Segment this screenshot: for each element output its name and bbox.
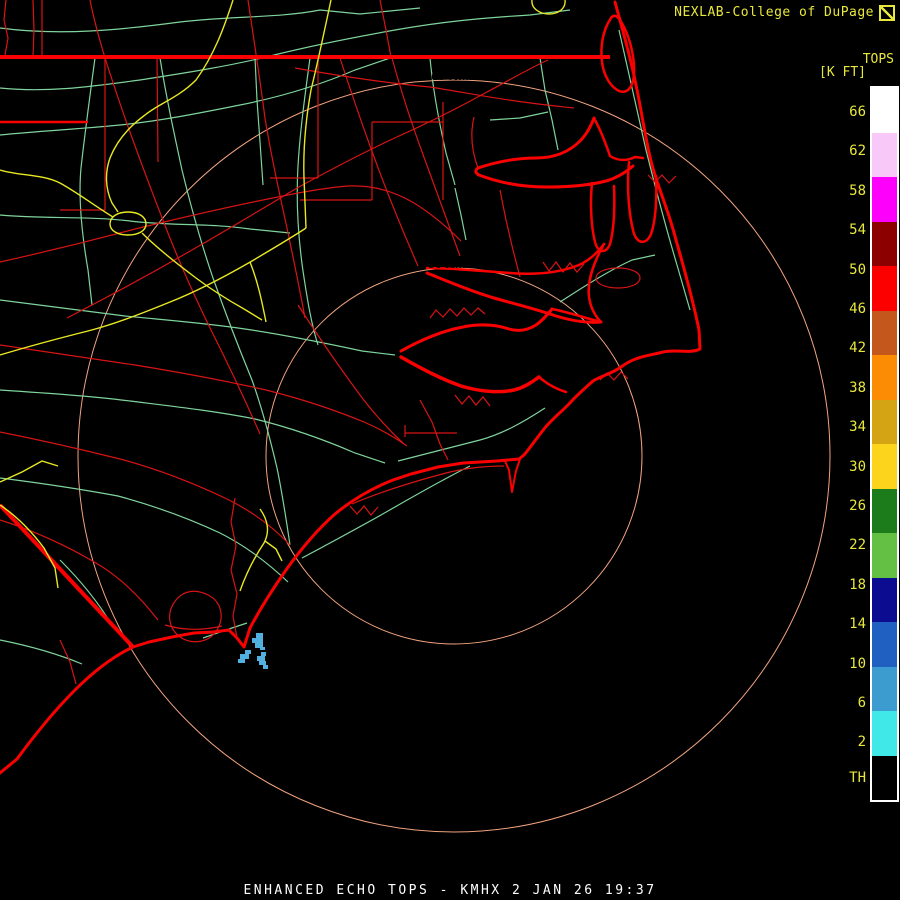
scale-tick-label: 46 — [836, 300, 866, 318]
scale-tick-label: 42 — [836, 339, 866, 357]
echo-pixel — [238, 659, 245, 663]
radar-map — [0, 0, 900, 900]
scale-segment — [872, 711, 897, 756]
scale-tick-label: 22 — [836, 536, 866, 554]
echo-pixel — [260, 647, 265, 650]
scale-tick-label: 10 — [836, 655, 866, 673]
scale-segment — [872, 177, 897, 222]
scale-segment — [872, 400, 897, 445]
scale-tick-label: 6 — [836, 694, 866, 712]
scale-tick-label: 2 — [836, 733, 866, 751]
scale-tick-label: 34 — [836, 418, 866, 436]
scale-tick-label: 58 — [836, 182, 866, 200]
units-label: [K FT] — [819, 65, 866, 80]
ring-label-100nmi: 100 NMI — [424, 68, 473, 83]
echo-blobs — [238, 633, 268, 669]
roads-red — [0, 0, 676, 684]
echo-pixel — [245, 650, 251, 654]
echo-pixel — [252, 638, 263, 643]
cod-logo-icon — [879, 5, 895, 21]
range-rings — [78, 80, 830, 832]
scale-segment — [872, 133, 897, 178]
scale-tick-label: 38 — [836, 379, 866, 397]
brand-title: NEXLAB-College of DuPage — [674, 5, 874, 20]
scale-tick-label: 66 — [836, 103, 866, 121]
scale-tick-label: 26 — [836, 497, 866, 515]
scale-tick-label: 14 — [836, 615, 866, 633]
scale-segment — [872, 88, 897, 133]
scale-tick-label: 30 — [836, 458, 866, 476]
scale-tick-label: 18 — [836, 576, 866, 594]
scale-segment — [872, 756, 897, 800]
scale-segment — [872, 578, 897, 623]
scale-segment — [872, 622, 897, 667]
scale-segment — [872, 489, 897, 534]
echo-pixel — [263, 665, 268, 669]
scale-tick-label: 50 — [836, 261, 866, 279]
ring-100nmi — [78, 80, 830, 832]
roads-green — [0, 8, 690, 664]
scale-segment — [872, 667, 897, 712]
scale-th-label: TH — [836, 769, 866, 787]
color-scale-labels: 66625854504642383430262218141062TH — [836, 86, 866, 802]
product-caption: ENHANCED ECHO TOPS - KMHX 2 JAN 26 19:37 — [0, 883, 900, 898]
scale-segment — [872, 311, 897, 356]
echo-pixel — [257, 656, 265, 661]
scale-tick-label: 54 — [836, 221, 866, 239]
scale-segment — [872, 266, 897, 311]
scale-segment — [872, 533, 897, 578]
scale-segment — [872, 222, 897, 267]
product-label: TOPS — [863, 52, 894, 67]
scale-tick-label: 62 — [836, 142, 866, 160]
echo-pixel — [256, 633, 263, 638]
roads-yellow — [0, 0, 565, 591]
ring-label-50nmi: 50 NMI — [428, 256, 470, 271]
echo-pixel — [240, 654, 249, 659]
echo-pixel — [259, 661, 266, 665]
color-scale-bar — [870, 86, 899, 802]
echo-pixel — [261, 652, 266, 656]
scale-segment — [872, 355, 897, 400]
ring-50nmi — [266, 268, 642, 644]
radar-screen: NEXLAB-College of DuPage TOPS [K FT] 50 … — [0, 0, 900, 900]
scale-segment — [872, 444, 897, 489]
